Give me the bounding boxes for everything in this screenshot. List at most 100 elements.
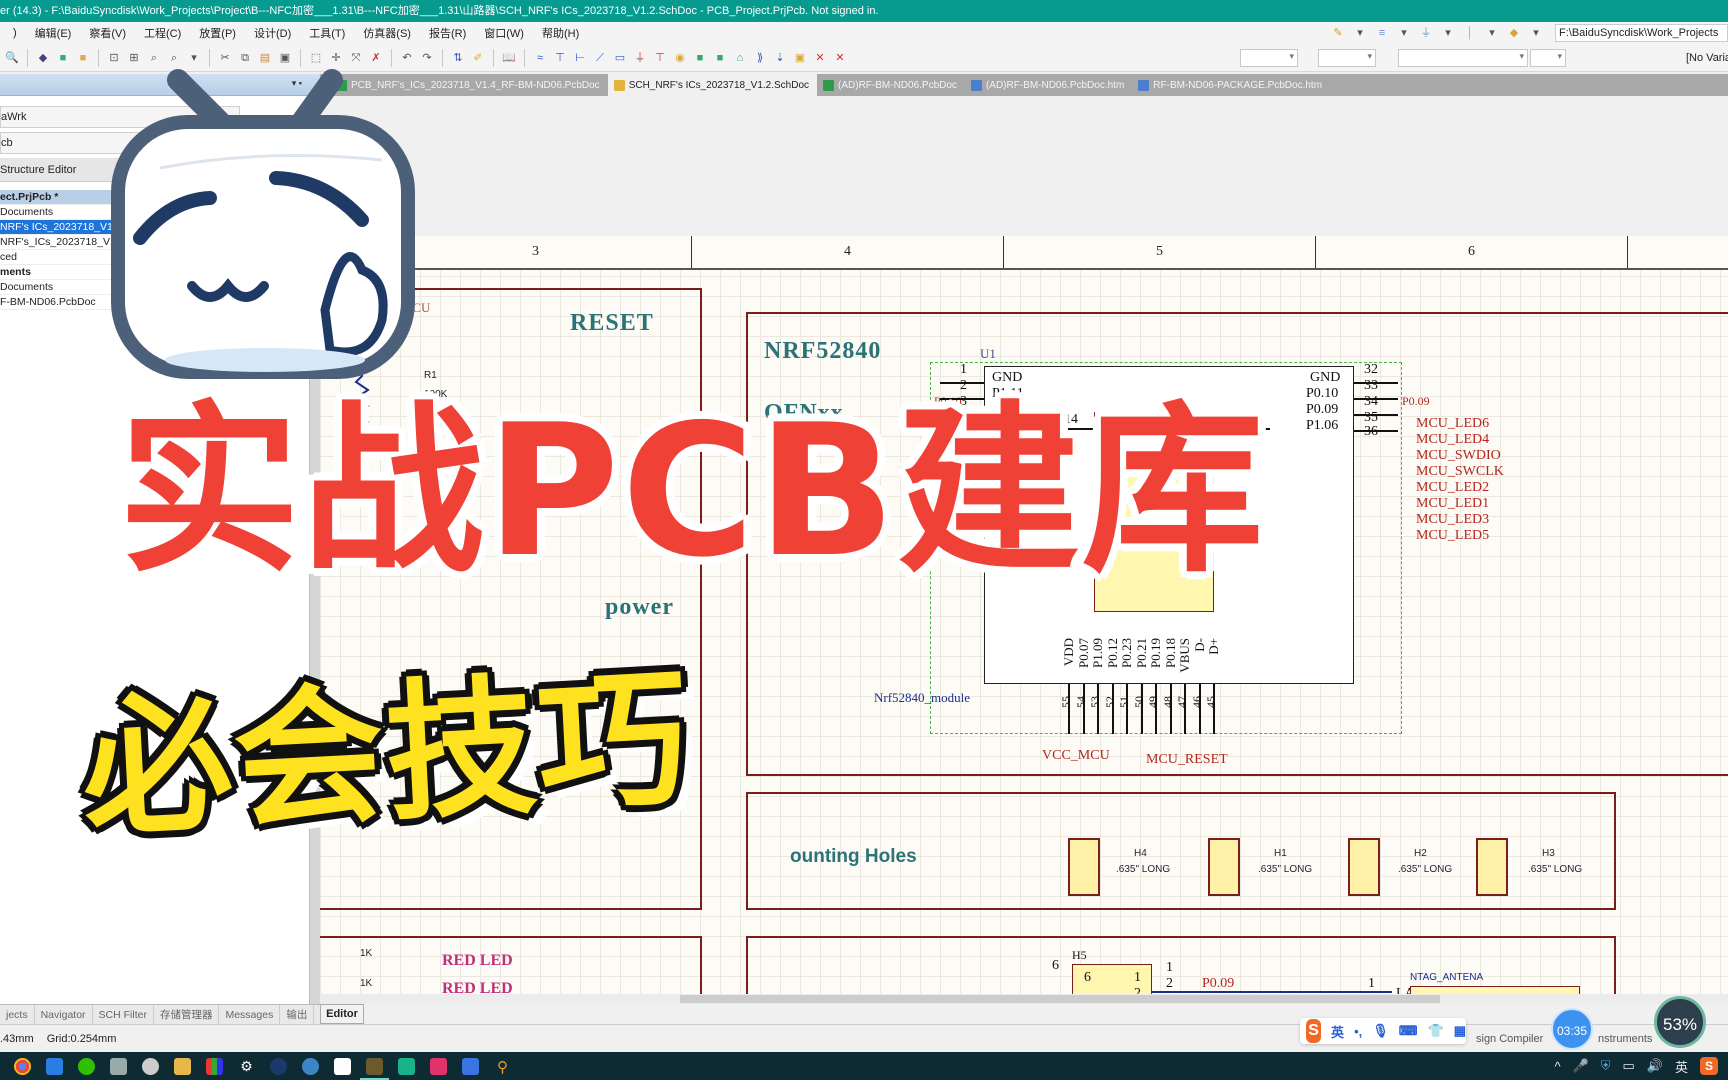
place-net-label-icon[interactable]: ⟋ bbox=[592, 50, 608, 66]
settings-icon[interactable]: ⚙ bbox=[238, 1058, 255, 1075]
no-erc-2-icon[interactable]: ✕ bbox=[832, 50, 848, 66]
bookmarks-icon[interactable] bbox=[206, 1057, 223, 1075]
sheet-symbol-icon[interactable]: ■ bbox=[692, 50, 708, 66]
doc-tab-ad-htm[interactable]: (AD)RF-BM-ND06.PcbDoc.htm bbox=[965, 74, 1132, 96]
place-bus-icon[interactable]: ⊤ bbox=[552, 50, 568, 66]
schematic-canvas[interactable]: 3 4 5 6 ICU RESET R1 100K power NRF52840… bbox=[320, 236, 1728, 994]
translate-icon[interactable] bbox=[46, 1057, 63, 1075]
microphone-tray-icon[interactable]: 🎤 bbox=[1573, 1058, 1589, 1074]
tab-output[interactable]: 输出 bbox=[280, 1005, 315, 1024]
tab-storage-manager[interactable]: 存储管理器 bbox=[154, 1005, 220, 1024]
port-icon[interactable]: ◆ bbox=[1506, 25, 1522, 41]
cross-probe-icon[interactable]: ✐ bbox=[470, 50, 486, 66]
feather-app-icon[interactable] bbox=[462, 1057, 479, 1075]
design-compiler-button[interactable]: sign Compiler bbox=[1476, 1025, 1543, 1053]
combo-1[interactable] bbox=[1240, 49, 1298, 67]
hierarchy-icon[interactable]: ⇅ bbox=[450, 50, 466, 66]
tab-editor[interactable]: Editor bbox=[320, 1004, 364, 1024]
ground-icon[interactable]: ⏚ bbox=[1418, 25, 1434, 41]
wire-tool-icon[interactable]: ✎ bbox=[1330, 25, 1346, 41]
save-icon[interactable]: ■ bbox=[55, 50, 71, 66]
doc-app-icon[interactable] bbox=[334, 1057, 351, 1075]
toolbox-icon[interactable]: ▦ bbox=[1454, 1023, 1466, 1039]
ime-language[interactable]: 英 bbox=[1331, 1022, 1344, 1041]
combo-2[interactable] bbox=[1318, 49, 1376, 67]
save-all-icon[interactable]: ■ bbox=[75, 50, 91, 66]
horizontal-scrollbar[interactable] bbox=[320, 994, 1728, 1004]
chrome-icon[interactable] bbox=[14, 1057, 31, 1075]
menu-tools[interactable]: 工具(T) bbox=[300, 25, 354, 41]
no-erc-icon[interactable]: ✕ bbox=[812, 50, 828, 66]
probe-icon[interactable]: │ bbox=[1462, 25, 1478, 41]
print-preview-icon[interactable]: 🔍 bbox=[4, 50, 20, 66]
network-icon[interactable]: ▭ bbox=[1623, 1058, 1635, 1074]
device-sheet-icon[interactable]: ⌂ bbox=[732, 50, 748, 66]
steam-icon[interactable] bbox=[270, 1057, 287, 1075]
gnd-port-icon[interactable]: ⏚ bbox=[632, 50, 648, 66]
sogou-logo-icon[interactable]: S bbox=[1306, 1019, 1322, 1043]
variant-selector[interactable]: [No Variations] bbox=[1686, 49, 1728, 67]
power-title: power bbox=[605, 594, 674, 620]
menu-project[interactable]: 工程(C) bbox=[135, 25, 190, 41]
menu-file-partial[interactable]: ) bbox=[4, 27, 26, 39]
doc-tab-package-htm[interactable]: RF-BM-ND06-PACKAGE.PcbDoc.htm bbox=[1132, 74, 1330, 96]
menu-window[interactable]: 窗口(W) bbox=[475, 25, 533, 41]
sogou-tray-icon[interactable]: S bbox=[1700, 1057, 1718, 1075]
dropdown-icon[interactable]: ▾ bbox=[1352, 25, 1368, 41]
menu-edit[interactable]: 编辑(E) bbox=[26, 25, 81, 41]
tab-sch-filter[interactable]: SCH Filter bbox=[93, 1005, 154, 1024]
browse-library-icon[interactable]: 📖 bbox=[501, 50, 517, 66]
place-bus-entry-icon[interactable]: ⊢ bbox=[572, 50, 588, 66]
sheet-entry-icon[interactable]: ■ bbox=[712, 50, 728, 66]
menu-simulator[interactable]: 仿真器(S) bbox=[354, 25, 420, 41]
port-tool-icon[interactable]: ⇣ bbox=[772, 50, 788, 66]
menu-help[interactable]: 帮助(H) bbox=[533, 25, 588, 41]
combo-3[interactable] bbox=[1398, 49, 1528, 67]
menu-reports[interactable]: 报告(R) bbox=[420, 25, 475, 41]
place-wire-icon[interactable]: ≈ bbox=[532, 50, 548, 66]
cpu-usage-widget[interactable]: 53% bbox=[1654, 996, 1706, 1048]
ime-punct[interactable]: •, bbox=[1354, 1024, 1362, 1039]
vcc-port-icon[interactable]: ⊤ bbox=[652, 50, 668, 66]
menu-place[interactable]: 放置(P) bbox=[190, 25, 245, 41]
wechat-icon[interactable] bbox=[78, 1057, 95, 1075]
keyboard-icon[interactable]: ⌨ bbox=[1399, 1023, 1418, 1039]
green-app-icon[interactable] bbox=[398, 1057, 415, 1075]
place-part-icon[interactable]: ◉ bbox=[672, 50, 688, 66]
menu-view[interactable]: 察看(V) bbox=[80, 25, 135, 41]
notepad-icon[interactable] bbox=[110, 1057, 127, 1075]
menu-design[interactable]: 设计(D) bbox=[245, 25, 300, 41]
altium-icon[interactable] bbox=[360, 1057, 389, 1080]
bus-tool-icon[interactable]: ≡ bbox=[1374, 25, 1390, 41]
tray-language[interactable]: 英 bbox=[1675, 1057, 1688, 1076]
dropdown-icon[interactable]: ▾ bbox=[1528, 25, 1544, 41]
directive-icon[interactable]: ▣ bbox=[792, 50, 808, 66]
tray-expand-icon[interactable]: ^ bbox=[1554, 1059, 1560, 1074]
scrollbar-thumb[interactable] bbox=[680, 995, 1440, 1003]
tab-projects[interactable]: jects bbox=[0, 1005, 35, 1024]
tab-navigator[interactable]: Navigator bbox=[35, 1005, 93, 1024]
place-net-icon[interactable]: ▭ bbox=[612, 50, 628, 66]
tab-messages[interactable]: Messages bbox=[219, 1005, 281, 1024]
doc-tab-sch[interactable]: SCH_NRF's ICs_2023718_V1.2.SchDoc bbox=[607, 74, 818, 96]
volume-icon[interactable]: 🔊 bbox=[1647, 1058, 1663, 1074]
dropdown-icon[interactable]: ▾ bbox=[1396, 25, 1412, 41]
recording-timer[interactable]: 03:35 bbox=[1551, 1008, 1593, 1050]
gear-app-icon[interactable] bbox=[142, 1057, 159, 1075]
microphone-icon[interactable]: 🎙 bbox=[1372, 1023, 1389, 1039]
doc-tab-ad-pcb[interactable]: (AD)RF-BM-ND06.PcbDoc bbox=[817, 74, 965, 96]
dropdown-icon[interactable]: ▾ bbox=[1484, 25, 1500, 41]
harness-icon[interactable]: ⟫ bbox=[752, 50, 768, 66]
pink-app-icon[interactable] bbox=[430, 1057, 447, 1075]
combo-4[interactable] bbox=[1530, 49, 1566, 67]
search-app-icon[interactable]: ⚲ bbox=[494, 1058, 511, 1076]
skin-icon[interactable]: 👕 bbox=[1428, 1023, 1444, 1039]
drop-app-icon[interactable] bbox=[302, 1057, 319, 1075]
folder-icon[interactable] bbox=[174, 1057, 191, 1075]
taskbar: ⚙ ⚲ bbox=[0, 1052, 1728, 1080]
instruments-button[interactable]: nstruments bbox=[1598, 1025, 1652, 1053]
path-combo[interactable]: F:\BaiduSyncdisk\Work_Projects bbox=[1555, 24, 1728, 42]
dropdown-icon[interactable]: ▾ bbox=[1440, 25, 1456, 41]
security-icon[interactable]: ⛨ bbox=[1601, 1058, 1611, 1074]
open-project-icon[interactable]: ◆ bbox=[35, 50, 51, 66]
